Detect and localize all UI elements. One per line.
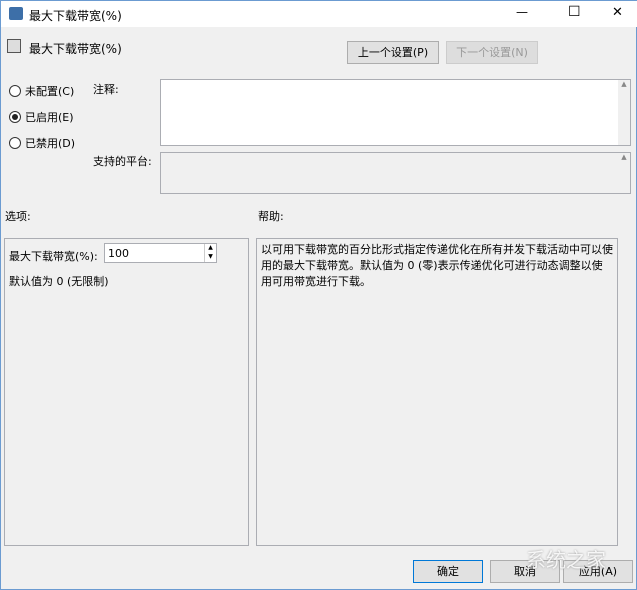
default-note: 默认值为 0 (无限制)	[9, 275, 109, 288]
maximize-button[interactable]: ☐	[568, 4, 581, 20]
radio-circle[interactable]	[9, 137, 21, 149]
radio-label: 已启用(E)	[25, 111, 74, 124]
minimize-button[interactable]: —	[516, 5, 528, 19]
radio-circle[interactable]	[9, 85, 21, 97]
ok-button[interactable]: 确定	[413, 560, 483, 583]
watermark: 系统之家	[526, 548, 606, 572]
title-bar: 最大下载带宽(%) — ☐ ✕	[1, 1, 637, 27]
spin-up-icon[interactable]: ▲	[204, 244, 216, 253]
close-button[interactable]: ✕	[612, 5, 623, 20]
policy-title: 最大下载带宽(%)	[29, 42, 122, 56]
radio-circle[interactable]	[9, 111, 21, 123]
radio-label: 未配置(C)	[25, 85, 75, 98]
platform-box: ▲	[160, 152, 631, 194]
platform-scrollbar[interactable]: ▲	[618, 153, 630, 193]
options-label: 选项:	[5, 210, 31, 223]
radio-enabled[interactable]: 已启用(E)	[9, 109, 74, 125]
comment-label: 注释:	[93, 83, 119, 96]
platform-label: 支持的平台:	[93, 155, 152, 168]
bandwidth-value[interactable]: 100	[108, 247, 129, 260]
options-panel: 最大下载带宽(%): 100 ▲ ▼ 默认值为 0 (无限制)	[4, 238, 249, 546]
spin-down-icon[interactable]: ▼	[204, 253, 216, 262]
help-panel: 以可用下载带宽的百分比形式指定传递优化在所有并发下载活动中可以使用的最大下载带宽…	[256, 238, 618, 546]
help-text: 以可用下载带宽的百分比形式指定传递优化在所有并发下载活动中可以使用的最大下载带宽…	[261, 243, 613, 288]
window-title: 最大下载带宽(%)	[29, 9, 122, 23]
prev-setting-button[interactable]: 上一个设置(P)	[347, 41, 439, 64]
next-setting-button[interactable]: 下一个设置(N)	[446, 41, 538, 64]
radio-disabled[interactable]: 已禁用(D)	[9, 135, 75, 151]
bandwidth-label: 最大下载带宽(%):	[9, 250, 98, 263]
comment-textarea[interactable]: ▲	[160, 79, 631, 146]
policy-icon	[7, 39, 21, 53]
app-icon	[9, 7, 23, 20]
comment-scrollbar[interactable]: ▲	[618, 80, 630, 145]
help-label: 帮助:	[258, 210, 284, 223]
radio-label: 已禁用(D)	[25, 137, 76, 150]
bandwidth-spinner[interactable]: 100 ▲ ▼	[104, 243, 217, 263]
radio-not-configured[interactable]: 未配置(C)	[9, 83, 74, 99]
